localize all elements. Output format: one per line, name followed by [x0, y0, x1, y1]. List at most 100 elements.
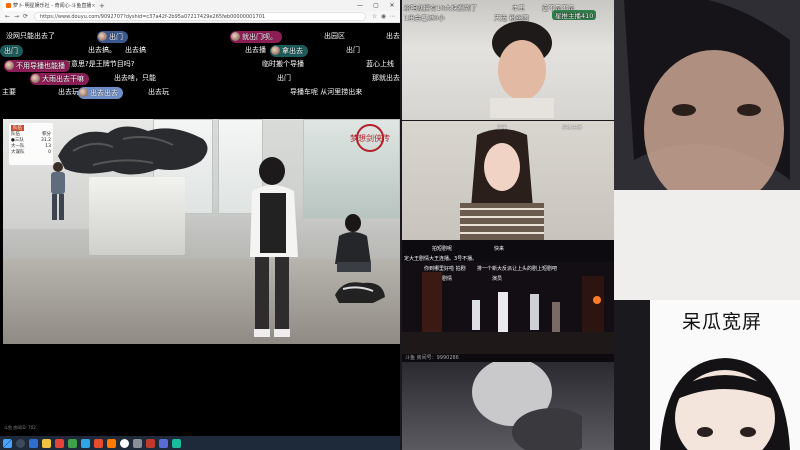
- danmaku-item: 出去啥，只能: [114, 74, 156, 82]
- qq-icon[interactable]: [81, 438, 90, 448]
- app-icon[interactable]: [159, 438, 168, 448]
- edge-icon[interactable]: [29, 438, 38, 448]
- danmaku-item: 出去玩: [58, 88, 79, 96]
- minimize-button[interactable]: —: [352, 0, 368, 11]
- tile-danmaku: 星推主播: [562, 125, 583, 131]
- webcam-overlay[interactable]: 呆瓜宽屏: [650, 300, 800, 450]
- menu-dots-icon[interactable]: ⋯: [388, 13, 397, 20]
- danmaku-item: 出去玩: [148, 88, 169, 96]
- webcam-face: [660, 358, 790, 450]
- desktop: 萝卜·明星娱乐社 - 奇闻心-斗鱼直播 × + — ▢ ✕ ← → ⟳ http…: [0, 0, 800, 450]
- stream-tile-large[interactable]: [614, 0, 800, 300]
- tab-close-icon[interactable]: ×: [91, 3, 95, 9]
- scoreboard-overlay: 队伍 队伍 积分 ●三队 31.2 大一队 13 大谋队 0: [9, 123, 53, 165]
- app-icon[interactable]: [146, 438, 155, 448]
- new-tab-button[interactable]: +: [99, 2, 105, 10]
- danmaku-item: 出去播: [245, 46, 266, 54]
- tile-danmaku: 定大王剧情大王连播。3号不播。: [404, 256, 478, 262]
- sculpture-pedestal: [89, 177, 185, 255]
- video-footer-text: 斗鱼 房间ID: 702: [4, 425, 36, 430]
- tile-danmaku: 排一个新大反派让上头的剧上短剧吧: [477, 266, 558, 272]
- back-button[interactable]: ←: [3, 13, 12, 20]
- danmaku-item: 就出门呗。: [230, 31, 282, 43]
- danmaku-item: 天选 粉丝团: [494, 14, 529, 22]
- scoreboard-row: 大谋队 0: [11, 150, 51, 155]
- person-figure: [51, 162, 65, 220]
- danmaku-item: 主要: [2, 88, 16, 96]
- streamer-face: [490, 21, 554, 118]
- stream-tile-top[interactable]: 给咱就搞有10大块搜到了 1出会已过0小 本王 这不是不是 天选 粉丝团 星推主…: [402, 0, 614, 120]
- maximize-button[interactable]: ▢: [368, 0, 384, 11]
- live-video-player[interactable]: 队伍 队伍 积分 ●三队 31.2 大一队 13 大谋队 0 梦想剑侠传: [3, 119, 400, 344]
- douyu-icon[interactable]: [107, 438, 116, 448]
- url-field[interactable]: https://www.douyu.com/9092707?dyshid=c37…: [34, 12, 366, 21]
- tile-danmaku: 没事: [497, 125, 508, 131]
- danmaku-layer: 没网只能出去了 出门 就出门呗。 出园区 出去了 出门 出去搞。 出去搞 出去播…: [0, 23, 400, 119]
- window-controls: — ▢ ✕: [352, 0, 400, 11]
- tab-title: 萝卜·明星娱乐社 - 奇闻心-斗鱼直播: [13, 3, 92, 9]
- windows-start-icon[interactable]: [3, 438, 12, 448]
- svg-text:梦想剑侠传: 梦想剑侠传: [350, 133, 390, 143]
- danmaku-item: 出去搞。: [88, 46, 116, 54]
- danmaku-item: 大雨出去干嘛: [30, 73, 89, 85]
- danmaku-item: 星推主播410: [552, 10, 597, 20]
- settings-icon[interactable]: [133, 438, 142, 448]
- danmaku-item: 出去搞: [125, 46, 146, 54]
- stream-tile-bottom[interactable]: 拍短剧呢 快来 定大王剧情大王连播。3号不播。 你到哪里好啦 拍剧 排一个新大反…: [402, 240, 614, 362]
- danmaku-item: 导播车呢 从河里捞出来: [290, 88, 363, 96]
- host-figure: [250, 157, 298, 337]
- chrome-icon[interactable]: [120, 438, 129, 448]
- bag-on-floor: [335, 282, 385, 303]
- night-scene-graphic: [402, 262, 614, 354]
- refresh-button[interactable]: ⟳: [21, 13, 30, 20]
- danmaku-item: 1出会已过0小: [404, 14, 445, 22]
- browser-window: 萝卜·明星娱乐社 - 奇闻心-斗鱼直播 × + — ▢ ✕ ← → ⟳ http…: [0, 0, 400, 436]
- danmaku-item: 出去了: [386, 32, 400, 40]
- profile-icon[interactable]: ◉: [379, 13, 388, 20]
- danmaku-item: 临时搬个导播: [262, 60, 304, 68]
- hand-closeup: [472, 362, 582, 450]
- webcam-title: 呆瓜宽屏: [682, 311, 763, 333]
- app-icon[interactable]: [172, 438, 181, 448]
- tile-danmaku: 演员: [492, 276, 503, 282]
- danmaku-item: 那就出去: [372, 74, 400, 82]
- app-icon[interactable]: [55, 438, 64, 448]
- danmaku-item: 没网只能出去了: [6, 32, 55, 40]
- browser-tab[interactable]: 萝卜·明星娱乐社 - 奇闻心-斗鱼直播 ×: [3, 0, 95, 11]
- favorites-star-icon[interactable]: ☆: [370, 13, 379, 20]
- streamer-closeup: [614, 0, 800, 300]
- danmaku-item: 蓝心上线: [366, 60, 394, 68]
- music-icon[interactable]: [94, 438, 103, 448]
- danmaku-item: 出门: [0, 45, 23, 57]
- browser-titlebar: 萝卜·明星娱乐社 - 奇闻心-斗鱼直播 × + — ▢ ✕: [0, 0, 400, 11]
- seated-person-figure: [335, 214, 371, 272]
- tile-danmaku: 你到哪里好啦 拍剧: [424, 266, 466, 272]
- sculpture-graphic: [58, 126, 208, 175]
- tile-danmaku: 剧情: [442, 276, 453, 282]
- show-logo: 梦想剑侠传: [350, 124, 390, 152]
- douyu-favicon-icon: [6, 3, 11, 8]
- taskbar: [0, 436, 400, 450]
- address-bar: ← → ⟳ https://www.douyu.com/9092707?dysh…: [0, 11, 400, 23]
- close-window-button[interactable]: ✕: [384, 0, 400, 11]
- tile-danmaku: 拍短剧呢: [432, 246, 453, 252]
- danmaku-item: 出园区: [324, 32, 345, 40]
- search-icon[interactable]: [16, 438, 25, 448]
- stream-tile-middle[interactable]: 没事 星推主播: [402, 121, 614, 240]
- danmaku-item: 出去出去: [78, 87, 123, 99]
- streamer-face: [460, 129, 544, 240]
- danmaku-item: 不用导播也能播: [4, 60, 70, 72]
- tile-danmaku: 快来: [494, 246, 505, 252]
- danmaku-item: 拿出去: [270, 45, 308, 57]
- forward-button[interactable]: →: [12, 13, 21, 20]
- scoreboard-header: 队伍: [11, 125, 24, 131]
- wechat-icon[interactable]: [68, 438, 77, 448]
- tile-footer: 斗鱼 房间号：9990286: [405, 355, 459, 361]
- danmaku-item: 出门: [346, 46, 360, 54]
- file-explorer-icon[interactable]: [42, 438, 51, 448]
- danmaku-item: 出门: [277, 74, 291, 82]
- stream-tile-lower[interactable]: [402, 362, 614, 450]
- danmaku-item: 本王: [512, 4, 525, 12]
- danmaku-item: 给咱就搞有10大块搜到了: [404, 4, 478, 12]
- danmaku-item: 出门: [97, 31, 128, 43]
